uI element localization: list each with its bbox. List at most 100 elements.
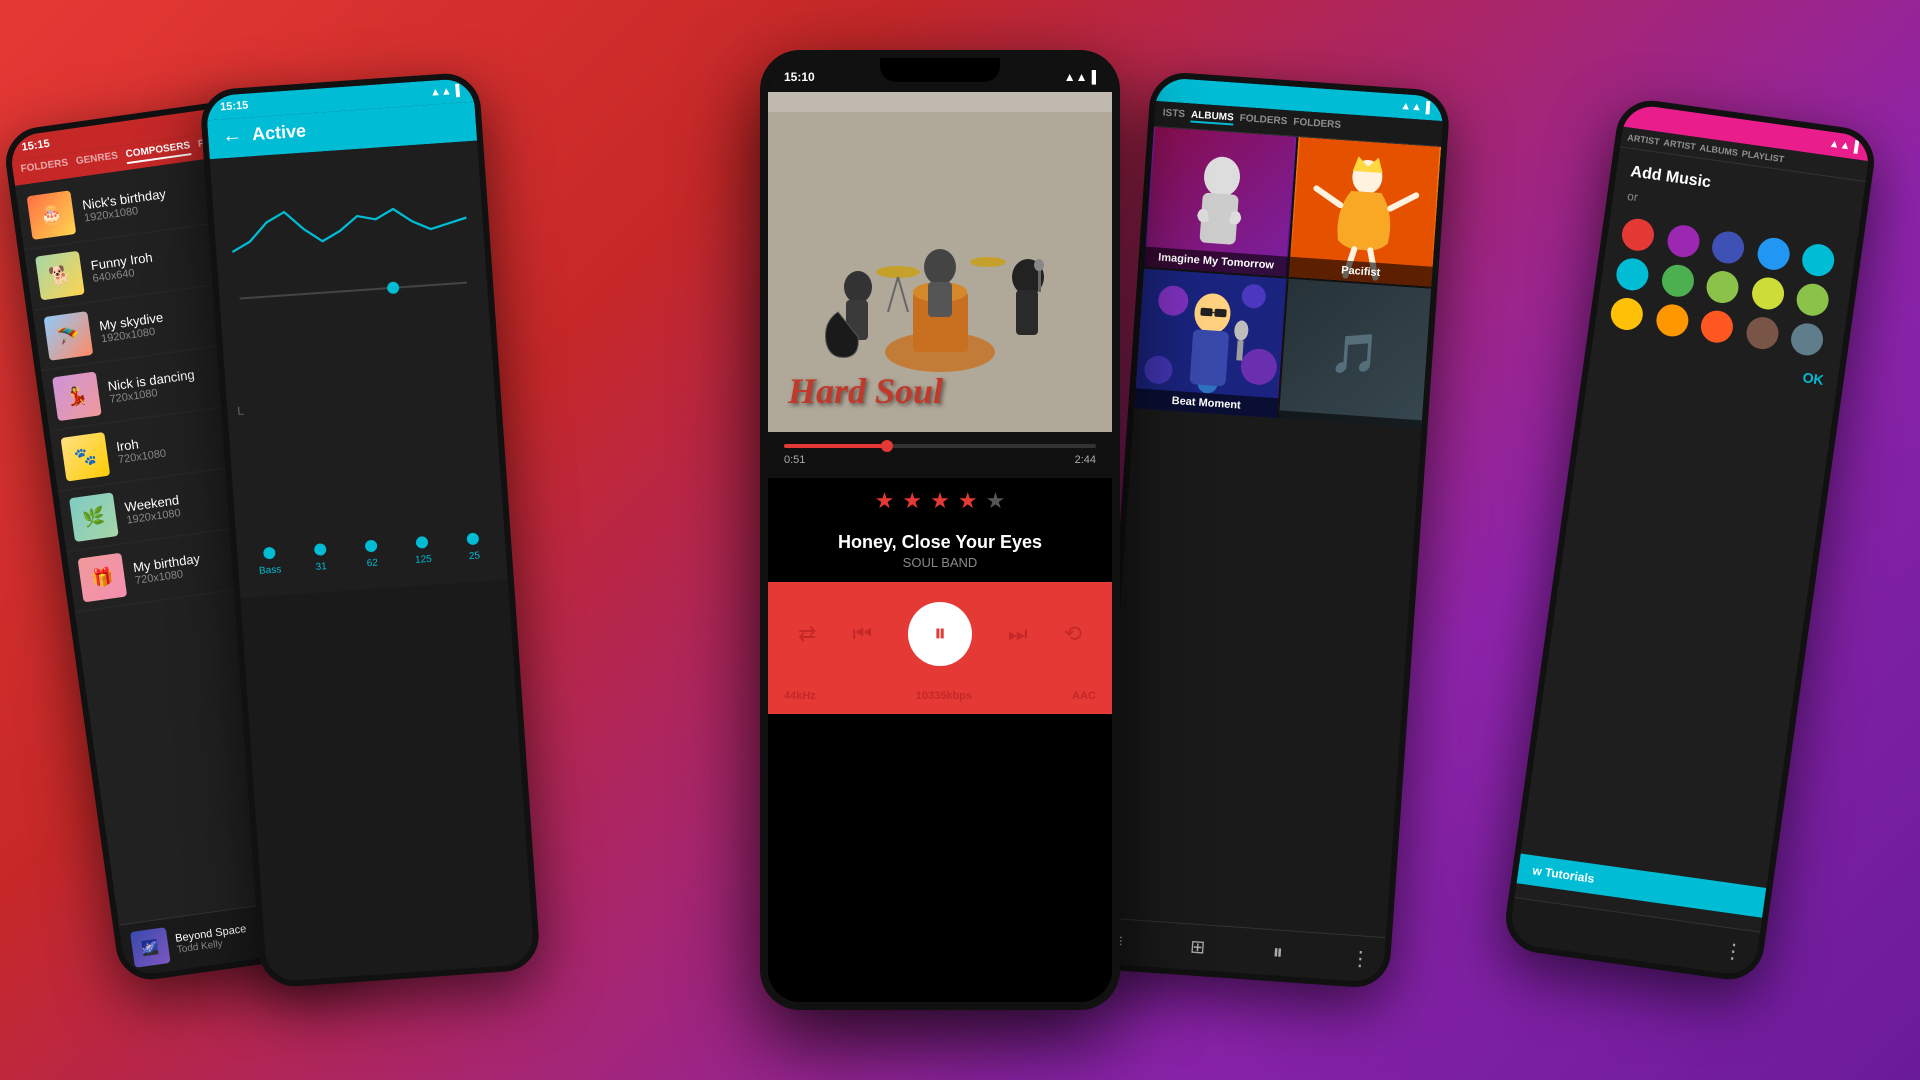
phone3-time: 15:10 <box>784 70 815 84</box>
player-controls: ⇄ ⏮ ⏸ ⏭ ⟲ <box>768 582 1112 686</box>
slider-handle[interactable] <box>365 540 378 553</box>
star-5[interactable]: ★ <box>986 488 1006 514</box>
star-2[interactable]: ★ <box>902 488 922 514</box>
star-1[interactable]: ★ <box>875 488 895 514</box>
color-dot-blue[interactable] <box>1755 236 1791 272</box>
color-dot-blue-grey[interactable] <box>1789 321 1825 357</box>
band-illustration: Hard Soul <box>768 92 1112 432</box>
album-item[interactable]: 🎵 <box>1279 279 1431 429</box>
color-dot-green2[interactable] <box>1795 282 1831 318</box>
color-dot-red[interactable] <box>1620 217 1656 253</box>
progress-fill <box>784 444 887 448</box>
tab-playlist[interactable]: PLAYLIST <box>1741 148 1785 164</box>
color-grid[interactable] <box>1609 217 1842 359</box>
color-dot-brown[interactable] <box>1744 315 1780 351</box>
ok-button[interactable]: OK <box>1802 369 1825 388</box>
phone4-icons: ▲▲▐ <box>1400 100 1430 114</box>
tab-ists[interactable]: ISTS <box>1162 108 1185 123</box>
track-artist: SOUL BAND <box>768 555 1112 570</box>
slider-handle[interactable] <box>467 532 480 545</box>
phone4-bottom-controls: ≡ ⊞ ⏸ ⋮ <box>1095 917 1386 983</box>
color-dot-orange[interactable] <box>1654 302 1690 338</box>
rating-stars[interactable]: ★ ★ ★ ★ ★ <box>768 478 1112 524</box>
eq-wave-svg <box>227 158 471 294</box>
tab-folders1[interactable]: FOLDERS <box>1239 113 1288 129</box>
color-dot-cyan2[interactable] <box>1614 256 1650 292</box>
color-dot-amber[interactable] <box>1609 296 1645 332</box>
tab-albums[interactable]: ALBUMS <box>1190 109 1234 125</box>
phone-5-color-picker: ▲▲▐ ARTIST ARTIST ALBUMS PLAYLIST Add Mu… <box>1501 96 1878 984</box>
playhead-dot[interactable] <box>387 281 400 294</box>
slider-handle[interactable] <box>263 547 276 560</box>
tab-composers[interactable]: COMPOSERS <box>125 140 191 164</box>
current-time: 0:51 <box>784 454 805 466</box>
tab-folders2[interactable]: FOLDERS <box>1293 117 1342 133</box>
item-info: Nick is dancing 720x1080 <box>107 366 197 405</box>
tutorials-label: w Tutorials <box>1532 863 1596 886</box>
tab-folders[interactable]: FOLDERS <box>20 157 69 179</box>
pause-icon-bottom[interactable]: ⏸ <box>1272 941 1284 965</box>
play-pause-button[interactable]: ⏸ <box>908 602 972 666</box>
slider-handle[interactable] <box>314 543 327 556</box>
prev-button[interactable]: ⏮ <box>852 621 872 647</box>
color-dot-purple[interactable] <box>1665 223 1701 259</box>
color-dot-light-green[interactable] <box>1705 269 1741 305</box>
eq-band-125[interactable]: 125 <box>407 547 439 566</box>
album-icon: 🎵 <box>1329 328 1382 378</box>
color-dot-indigo[interactable] <box>1710 229 1746 265</box>
now-playing-info: Beyond Space Todd Kelly <box>174 923 248 956</box>
now-playing-thumb: 🌌 <box>130 927 171 968</box>
item-info: My skydive 1920x1080 <box>98 309 165 345</box>
tab-artist2[interactable]: ARTIST <box>1663 138 1697 152</box>
more-icon[interactable]: ⋮ <box>1349 946 1371 972</box>
eq-sliders[interactable]: Bass 31 62 125 <box>241 361 490 577</box>
item-info: Nick's birthday 1920x1080 <box>81 186 168 224</box>
equalizer-area: L Bass 31 62 <box>210 141 508 599</box>
back-button[interactable]: ← <box>221 124 243 148</box>
phone3-icons: ▲▲▐ <box>1064 70 1096 84</box>
eq-band-31[interactable]: 31 <box>305 554 337 573</box>
color-dot-green[interactable] <box>1659 263 1695 299</box>
color-dot-lime[interactable] <box>1750 275 1786 311</box>
albums-grid: Imagine My Tomorrow <box>1134 127 1441 428</box>
eq-band-bass[interactable]: Bass <box>254 558 286 577</box>
item-info: My birthday 720x1080 <box>132 550 202 586</box>
tab-genres[interactable]: GENRES <box>75 150 119 171</box>
phone1-time: 15:15 <box>21 138 51 154</box>
band-label: 31 <box>315 561 327 573</box>
shuffle-button[interactable]: ⇄ <box>798 621 816 647</box>
star-3[interactable]: ★ <box>930 488 950 514</box>
eq-band-62[interactable]: 62 <box>356 551 388 570</box>
album-item[interactable]: Imagine My Tomorrow <box>1144 127 1296 277</box>
band-label: 62 <box>366 558 378 570</box>
thumbnail: 🎁 <box>78 553 128 603</box>
band-label: 25 <box>469 550 481 562</box>
color-dot-deep-orange[interactable] <box>1699 309 1735 345</box>
next-button[interactable]: ⏭ <box>1008 621 1028 647</box>
pause-icon: ⏸ <box>934 620 946 648</box>
progress-bar[interactable] <box>784 444 1096 448</box>
eq-band-25[interactable]: 25 <box>458 544 490 563</box>
more-icon-5[interactable]: ⋮ <box>1722 938 1745 966</box>
album-item[interactable]: Beat Moment <box>1134 269 1286 419</box>
album-art-4: 🎵 <box>1279 279 1431 429</box>
album-item[interactable]: Pacifist <box>1289 137 1441 287</box>
quality-label: 44kHz <box>784 690 816 702</box>
thumbnail: 🌿 <box>69 492 119 542</box>
slider-handle[interactable] <box>416 536 429 549</box>
star-4[interactable]: ★ <box>958 488 978 514</box>
phone2-icons: ▲▲▐ <box>430 85 460 99</box>
bitrate-label: 10335kbps <box>916 690 972 702</box>
thumbnail: 🪂 <box>44 311 94 361</box>
progress-times: 0:51 2:44 <box>784 454 1096 466</box>
color-dot-cyan[interactable] <box>1801 242 1837 278</box>
add-music-section: Add Music or <box>1589 147 1866 403</box>
progress-dot[interactable] <box>881 440 893 452</box>
tab-albums5[interactable]: ALBUMS <box>1699 143 1739 158</box>
color-picker-container: OK <box>1605 217 1843 388</box>
repeat-button[interactable]: ⟲ <box>1064 621 1082 647</box>
grid-icon[interactable]: ⊞ <box>1189 936 1206 958</box>
header-title: Active <box>251 121 306 146</box>
tab-artist1[interactable]: ARTIST <box>1627 132 1661 146</box>
format-label: AAC <box>1072 690 1096 702</box>
